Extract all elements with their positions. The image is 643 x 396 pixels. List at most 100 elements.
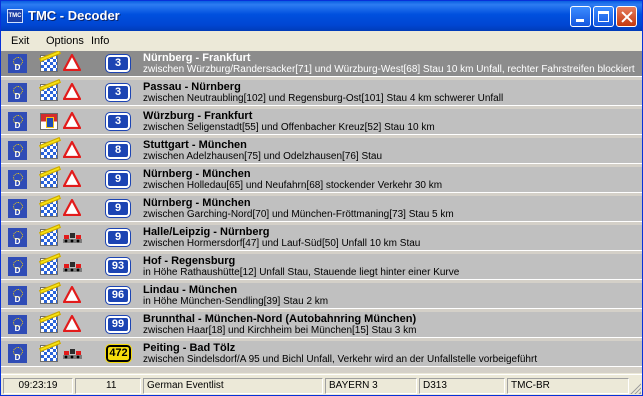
- country-code: D: [14, 121, 21, 130]
- eu-country-d-icon: D: [8, 228, 27, 247]
- minimize-button[interactable]: [570, 6, 591, 27]
- country-code: D: [14, 208, 21, 217]
- hesse-flag-icon: [40, 113, 58, 130]
- message-route: Brunnthal - München-Nord (Autobahnring M…: [143, 313, 417, 325]
- autobahn-badge: 9: [105, 199, 131, 218]
- autobahn-badge: 99: [105, 315, 131, 334]
- message-text: Halle/Leipzig - Nürnberg zwischen Hormers…: [143, 226, 638, 250]
- status-list-name: German Eventlist: [143, 378, 323, 394]
- warning-triangle-icon: [62, 82, 82, 101]
- bavaria-flag-icon: [39, 79, 61, 101]
- country-code: D: [14, 353, 21, 362]
- eu-country-d-icon: D: [8, 257, 27, 276]
- message-text: Nürnberg - München zwischen Garching-Nord…: [143, 197, 638, 221]
- autobahn-badge: 3: [105, 54, 131, 73]
- message-row[interactable]: D 3 Würzburg - Frankfurt zwischen Seligenst…: [1, 109, 642, 135]
- message-row[interactable]: D 3 Nürnberg - Frankfurt zwischen Würzburg/…: [1, 51, 642, 77]
- traffic-jam-icon: [62, 231, 83, 244]
- country-code: D: [14, 266, 21, 275]
- autobahn-badge: 9: [105, 170, 131, 189]
- message-row[interactable]: D 9 Halle/Leipzig - Nürnberg zwischen Horme…: [1, 224, 642, 251]
- message-text: Peiting - Bad Tölz zwischen Sindelsdorf/A…: [143, 342, 638, 366]
- traffic-jam-icon: [62, 260, 83, 273]
- bavaria-flag-icon: [39, 51, 61, 72]
- message-row[interactable]: D 96 Lindau - München in Höhe München-Sendl…: [1, 282, 642, 309]
- flag-band: [39, 253, 61, 265]
- message-row[interactable]: D 9 Nürnberg - München zwischen Garching-No…: [1, 195, 642, 222]
- message-detail: zwischen Adelzhausen[75] und Odelzhausen…: [143, 151, 383, 162]
- status-time: 09:23:19: [3, 378, 73, 394]
- country-code: D: [14, 63, 21, 72]
- maximize-button[interactable]: [593, 6, 614, 27]
- flag-band: [39, 137, 61, 149]
- message-text: Lindau - München in Höhe München-Sendling…: [143, 284, 638, 308]
- warning-triangle-icon: [62, 285, 82, 304]
- country-code: D: [14, 92, 21, 101]
- menu-exit[interactable]: Exit: [11, 35, 29, 47]
- eu-country-d-icon: D: [8, 54, 27, 73]
- message-detail: zwischen Hormersdorf[47] und Lauf-Süd[50…: [143, 238, 421, 249]
- resize-grip[interactable]: [629, 382, 641, 394]
- message-route: Halle/Leipzig - Nürnberg: [143, 226, 270, 238]
- message-detail: zwischen Garching-Nord[70] und München-F…: [143, 209, 454, 220]
- tmc-decoder-window: TMC TMC - Decoder Exit Options Info D 3 Nü…: [0, 0, 643, 396]
- country-code: D: [14, 295, 21, 304]
- message-row[interactable]: D 99 Brunnthal - München-Nord (Autobahnrin…: [1, 311, 642, 338]
- message-row[interactable]: D 93 Hof - Regensburg in Höhe Rathaushütte[…: [1, 253, 642, 280]
- message-text: Stuttgart - München zwischen Adelzhausen[…: [143, 139, 638, 163]
- flag-band: [39, 224, 61, 236]
- autobahn-badge: 3: [105, 83, 131, 102]
- message-detail: zwischen Haar[18] und Kirchheim bei Münc…: [143, 325, 417, 336]
- country-code: D: [14, 179, 21, 188]
- message-route: Peiting - Bad Tölz: [143, 342, 236, 354]
- message-route: Nürnberg - Frankfurt: [143, 52, 251, 64]
- traffic-message-list[interactable]: D 3 Nürnberg - Frankfurt zwischen Würzburg/…: [1, 51, 642, 373]
- bavaria-flag-icon: [39, 137, 61, 159]
- message-text: Brunnthal - München-Nord (Autobahnring M…: [143, 313, 638, 337]
- menu-info[interactable]: Info: [91, 35, 109, 47]
- eu-country-d-icon: D: [8, 344, 27, 363]
- message-detail: in Höhe Rathaushütte[12] Unfall Stau, St…: [143, 267, 460, 278]
- country-code: D: [14, 324, 21, 333]
- message-route: Nürnberg - München: [143, 197, 251, 209]
- autobahn-badge: 93: [105, 257, 131, 276]
- federal-road-badge: 472: [105, 344, 132, 363]
- warning-triangle-icon: [62, 53, 82, 72]
- bavaria-flag-icon: [39, 340, 61, 362]
- message-row[interactable]: D 9 Nürnberg - München zwischen Holledau[65…: [1, 166, 642, 193]
- warning-triangle-icon: [62, 140, 82, 159]
- app-tmc-icon[interactable]: TMC: [7, 9, 23, 23]
- eu-country-d-icon: D: [8, 141, 27, 160]
- flag-band: [39, 340, 61, 352]
- bavaria-flag-icon: [39, 282, 61, 304]
- title-bar[interactable]: TMC TMC - Decoder: [1, 1, 642, 31]
- country-code: D: [14, 150, 21, 159]
- message-detail: zwischen Sindelsdorf/A 95 und Bichl Unfa…: [143, 354, 538, 365]
- message-row[interactable]: D 3 Passau - Nürnberg zwischen Neutraubling…: [1, 79, 642, 106]
- close-button[interactable]: [616, 6, 637, 27]
- menu-options[interactable]: Options: [46, 35, 84, 47]
- message-row[interactable]: D 472 Peiting - Bad Tölz zwischen Sindelsdo…: [1, 340, 642, 367]
- message-text: Würzburg - Frankfurt zwischen Seligenstad…: [143, 110, 638, 134]
- message-text: Nürnberg - Frankfurt zwischen Würzburg/Ra…: [143, 52, 638, 76]
- bavaria-flag-icon: [39, 166, 61, 188]
- flag-band: [39, 166, 61, 178]
- window-title: TMC - Decoder: [28, 8, 120, 23]
- minimize-icon: [576, 19, 584, 22]
- message-text: Hof - Regensburg in Höhe Rathaushütte[12]…: [143, 255, 638, 279]
- autobahn-badge: 96: [105, 286, 131, 305]
- status-pi-code: D313: [419, 378, 505, 394]
- message-route: Passau - Nürnberg: [143, 81, 241, 93]
- autobahn-badge: 8: [105, 141, 131, 160]
- eu-country-d-icon: D: [8, 83, 27, 102]
- menu-bar: Exit Options Info: [1, 31, 642, 51]
- flag-band: [39, 195, 61, 207]
- message-row[interactable]: D 8 Stuttgart - München zwischen Adelzhause…: [1, 137, 642, 164]
- country-code: D: [14, 237, 21, 246]
- message-detail: zwischen Seligenstadt[55] und Offenbache…: [143, 122, 435, 133]
- status-provider: TMC-BR: [507, 378, 629, 394]
- maximize-icon: [598, 11, 609, 22]
- warning-triangle-icon: [62, 198, 82, 217]
- message-text: Nürnberg - München zwischen Holledau[65] …: [143, 168, 638, 192]
- status-message-count: 11: [75, 378, 141, 394]
